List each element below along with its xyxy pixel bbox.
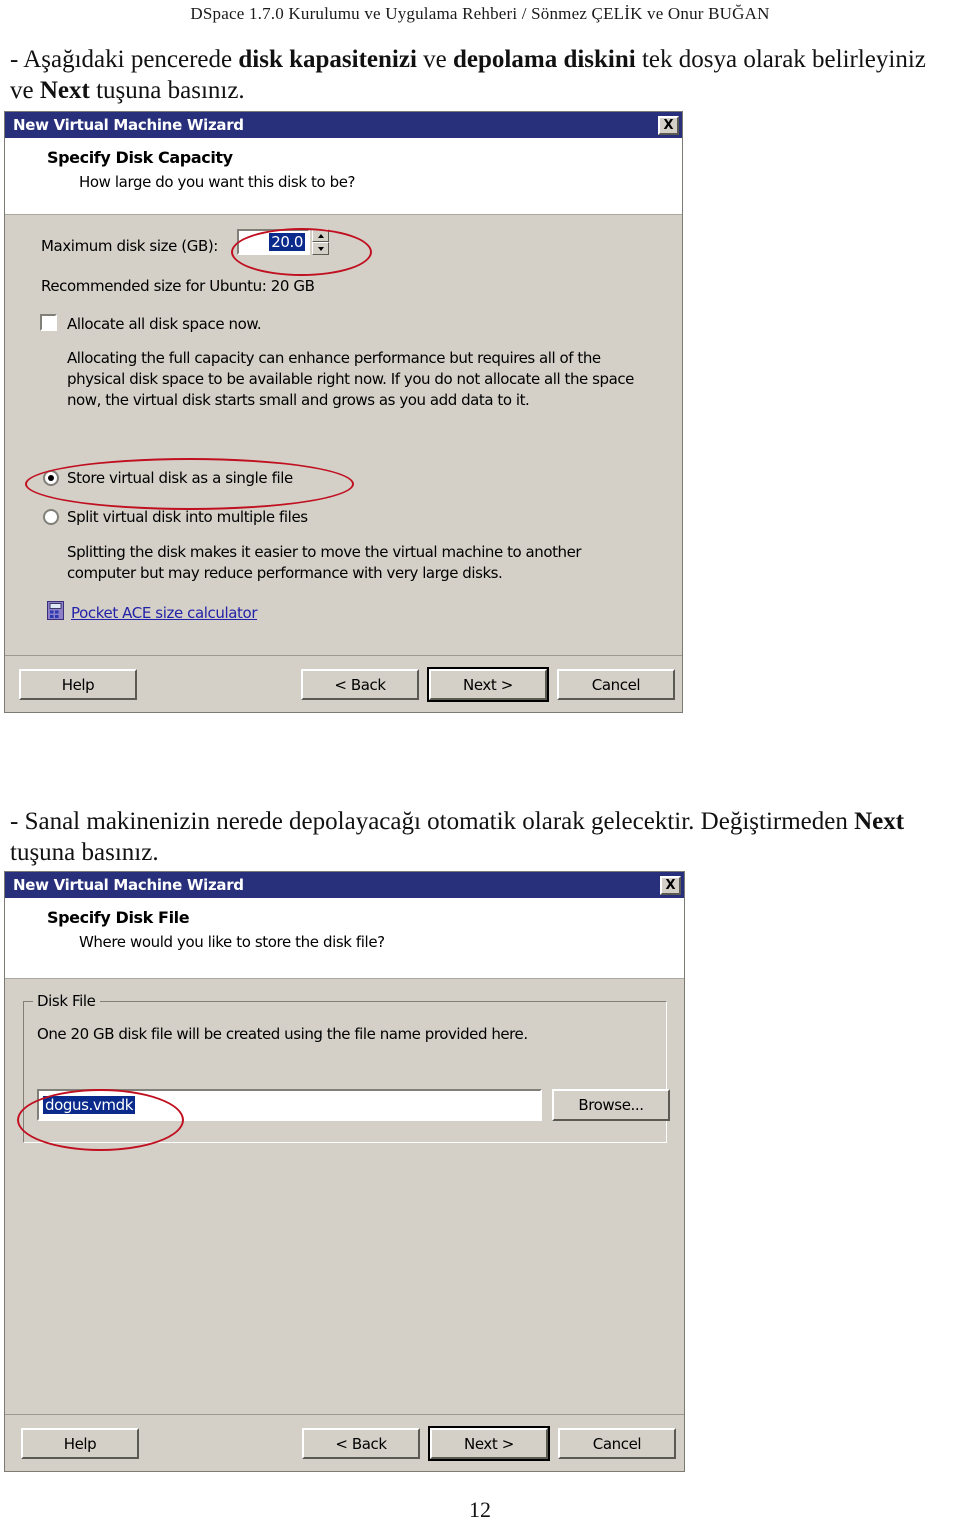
paragraph-1-text-part-1: - Aşağıdaki pencerede <box>10 46 239 73</box>
max-disk-size-value: 20.0 <box>269 233 305 251</box>
instruction-paragraph-2: - Sanal makinenizin nerede depolayacağı … <box>10 806 930 868</box>
max-disk-size-input[interactable]: 20.0 <box>237 229 310 255</box>
dialog2-title: New Virtual Machine Wizard <box>13 876 244 894</box>
back-button[interactable]: < Back <box>302 1428 420 1459</box>
dialog1-heading: Specify Disk Capacity <box>47 148 233 167</box>
allocate-all-disk-space-label: Allocate all disk space now. <box>67 315 262 333</box>
spinner-up-icon[interactable] <box>312 229 329 242</box>
paragraph-2-bold-1: Next <box>854 808 905 835</box>
browse-button[interactable]: Browse... <box>552 1089 670 1121</box>
calculator-icon <box>47 601 64 625</box>
help-button[interactable]: Help <box>21 1428 139 1459</box>
dialog2-header-band: Specify Disk File Where would you like t… <box>5 898 684 979</box>
dialog1-subheading: How large do you want this disk to be? <box>79 173 356 191</box>
paragraph-2-text-part-2: tuşuna basınız. <box>10 839 159 866</box>
next-button[interactable]: Next > <box>427 667 549 702</box>
disk-file-groupbox-title: Disk File <box>33 992 100 1010</box>
running-header: DSpace 1.7.0 Kurulumu ve Uygulama Rehber… <box>190 4 770 23</box>
close-icon[interactable]: X <box>660 875 681 895</box>
radio-split-multiple-files[interactable] <box>43 509 59 525</box>
back-button[interactable]: < Back <box>301 669 419 700</box>
radio-split-multiple-files-label: Split virtual disk into multiple files <box>67 508 308 526</box>
page-number: 12 <box>469 1497 491 1522</box>
dialog2-button-bar: Help < Back Next > Cancel <box>5 1414 684 1471</box>
new-virtual-machine-wizard-dialog-disk-capacity[interactable]: New Virtual Machine Wizard X Specify Dis… <box>4 111 683 713</box>
next-button[interactable]: Next > <box>428 1426 550 1461</box>
paragraph-1-bold-3: Next <box>39 77 90 104</box>
dialog1-title: New Virtual Machine Wizard <box>13 116 244 134</box>
new-virtual-machine-wizard-dialog-disk-file[interactable]: New Virtual Machine Wizard X Specify Dis… <box>4 871 685 1472</box>
allocate-all-disk-space-checkbox[interactable] <box>40 314 57 331</box>
paragraph-1-bold-1: disk kapasitenizi <box>238 46 417 73</box>
max-disk-size-label: Maximum disk size (GB): <box>41 237 218 255</box>
close-icon[interactable]: X <box>658 115 679 135</box>
paragraph-2-text-part-1: - Sanal makinenizin nerede depolayacağı … <box>10 808 855 835</box>
disk-file-groupbox: Disk File One 20 GB disk file will be cr… <box>23 992 670 1143</box>
max-disk-size-stepper[interactable]: 20.0 <box>237 229 329 255</box>
dialog1-header-band: Specify Disk Capacity How large do you w… <box>5 138 682 215</box>
radio-store-single-file-label: Store virtual disk as a single file <box>67 469 293 487</box>
dialog1-titlebar[interactable]: New Virtual Machine Wizard X <box>5 112 682 138</box>
spinner-down-icon[interactable] <box>312 242 329 255</box>
dialog1-button-bar: Help < Back Next > Cancel <box>5 655 682 712</box>
allocate-description: Allocating the full capacity can enhance… <box>67 349 634 409</box>
radio-store-single-file[interactable] <box>43 470 59 486</box>
paragraph-1-bold-2: depolama diskini <box>453 46 636 73</box>
dialog2-subheading: Where would you like to store the disk f… <box>79 933 385 951</box>
paragraph-1-text-part-2: ve <box>416 46 454 73</box>
paragraph-1-text-part-4: tuşuna basınız. <box>89 77 245 104</box>
disk-file-description: One 20 GB disk file will be created usin… <box>37 1025 528 1043</box>
cancel-button[interactable]: Cancel <box>558 1428 676 1459</box>
disk-file-name-input[interactable]: dogus.vmdk <box>37 1089 542 1121</box>
dialog2-body: Disk File One 20 GB disk file will be cr… <box>5 979 684 1471</box>
recommended-size-label: Recommended size for Ubuntu: 20 GB <box>41 277 315 295</box>
dialog2-heading: Specify Disk File <box>47 908 190 927</box>
pocket-ace-size-calculator-link[interactable]: Pocket ACE size calculator <box>47 601 257 625</box>
dialog1-body: Maximum disk size (GB): 20.0 Recommended… <box>5 215 682 712</box>
max-disk-size-spin-buttons[interactable] <box>312 229 329 255</box>
pocket-ace-link-label: Pocket ACE size calculator <box>71 604 258 622</box>
instruction-paragraph-1: - Aşağıdaki pencerede disk kapasitenizi … <box>10 44 930 106</box>
dialog2-titlebar[interactable]: New Virtual Machine Wizard X <box>5 872 684 898</box>
cancel-button[interactable]: Cancel <box>557 669 675 700</box>
help-button[interactable]: Help <box>19 669 137 700</box>
disk-file-name-value: dogus.vmdk <box>43 1096 136 1114</box>
split-description: Splitting the disk makes it easier to mo… <box>67 543 582 582</box>
